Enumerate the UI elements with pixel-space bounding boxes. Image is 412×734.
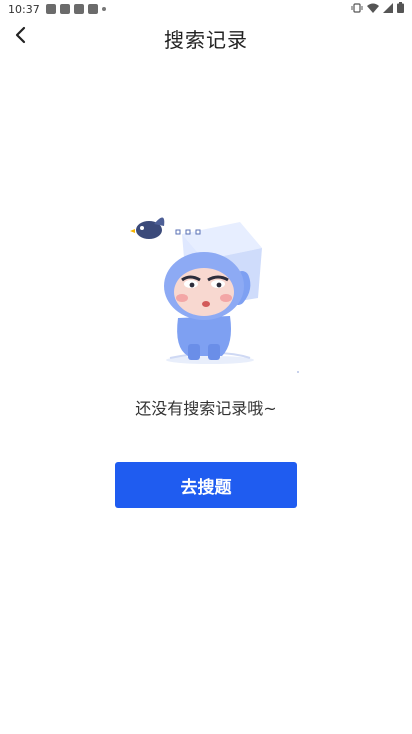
notification-icon bbox=[73, 4, 84, 14]
empty-state-illustration bbox=[130, 208, 305, 378]
battery-icon bbox=[397, 2, 404, 16]
status-right bbox=[351, 2, 404, 16]
a-icon bbox=[87, 4, 98, 14]
status-left: 10:37 bbox=[8, 3, 106, 16]
vibrate-icon bbox=[351, 2, 363, 16]
page-title: 搜索记录 bbox=[164, 28, 248, 52]
dot-icon bbox=[101, 7, 106, 11]
notification-icon bbox=[45, 4, 56, 14]
status-time: 10:37 bbox=[8, 2, 40, 16]
notification-icon bbox=[59, 4, 70, 14]
header: 搜索记录 bbox=[0, 18, 412, 56]
empty-state-message: 还没有搜索记录哦~ bbox=[135, 399, 277, 418]
signal-icon bbox=[383, 2, 393, 16]
status-bar: 10:37 bbox=[0, 0, 412, 18]
wifi-icon bbox=[367, 3, 379, 16]
go-search-question-button[interactable]: 去搜题 bbox=[115, 462, 297, 508]
